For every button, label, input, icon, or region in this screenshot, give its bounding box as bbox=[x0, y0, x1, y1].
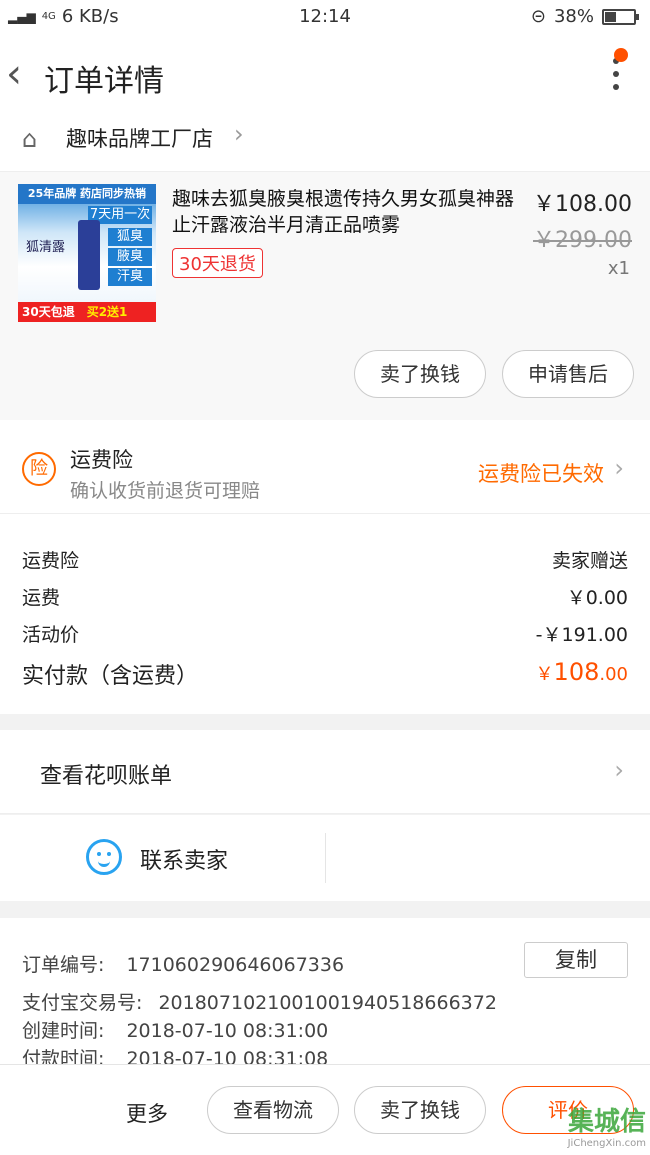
total-label: 实付款（含运费） bbox=[22, 664, 199, 689]
watermark-logo: 集城信 JiChengXin.com bbox=[528, 1101, 646, 1153]
fee-value: -￥191.00 bbox=[535, 624, 628, 646]
notification-dot bbox=[614, 48, 628, 62]
nav-bar: ‹ 订单详情 bbox=[0, 34, 650, 120]
order-number: 171060290646067336 bbox=[126, 954, 345, 976]
after-sale-button[interactable]: 申请售后 bbox=[502, 350, 634, 398]
total-integer: 108 bbox=[553, 658, 600, 686]
watermark-url: JiChengXin.com bbox=[567, 1138, 646, 1149]
copy-button[interactable]: 复制 bbox=[524, 942, 628, 978]
status-bar: ▂▄▆ 4G 6 KB/s 12:14 ⊝ 38% bbox=[0, 0, 650, 34]
product-thumbnail[interactable]: 25年品牌 药店同步热销 7天用一次 狐臭 腋臭 汗臭 狐清露 30天包退 买2送… bbox=[18, 184, 156, 322]
more-button[interactable]: 更多 bbox=[126, 1098, 168, 1128]
page-title: 订单详情 bbox=[44, 64, 164, 99]
chevron-right-icon: › bbox=[614, 756, 624, 784]
total-currency: ￥ bbox=[535, 664, 554, 685]
thumb-tag: 狐臭 bbox=[108, 228, 152, 246]
total-decimal: .00 bbox=[599, 664, 628, 685]
thumb-brand: 狐清露 bbox=[26, 240, 66, 255]
alipay-number: 2018071021001001940518666372 bbox=[158, 992, 497, 1014]
order-info: 订单编号: 171060290646067336 复制 支付宝交易号: 2018… bbox=[0, 918, 650, 1070]
store-icon: ⌂ bbox=[22, 125, 38, 153]
status-right: ⊝ 38% bbox=[530, 6, 639, 27]
fee-label: 活动价 bbox=[22, 624, 80, 646]
original-price: ￥299.00 bbox=[533, 228, 632, 253]
product-price: ￥108.00 bbox=[533, 192, 632, 217]
sell-button-bottom[interactable]: 卖了换钱 bbox=[354, 1086, 486, 1134]
divider bbox=[325, 833, 326, 883]
order-number-label: 订单编号: bbox=[22, 954, 105, 976]
battery-fill bbox=[605, 11, 616, 22]
insurance-title: 运费险 bbox=[70, 448, 133, 472]
thumb-banner: 25年品牌 药店同步热销 bbox=[18, 184, 156, 204]
created-time: 2018-07-10 08:31:00 bbox=[126, 1020, 329, 1042]
fee-row: 活动价 -￥191.00 bbox=[22, 620, 628, 647]
alipay-number-row: 支付宝交易号: 2018071021001001940518666372 bbox=[22, 988, 497, 1015]
more-menu-icon[interactable] bbox=[610, 58, 622, 98]
battery-percent: 38% bbox=[553, 6, 594, 27]
shop-row[interactable]: ⌂ 趣味品牌工厂店 › bbox=[0, 120, 650, 172]
insurance-icon: 险 bbox=[22, 452, 56, 486]
fee-summary: 运费险 卖家赠送 运费 ￥0.00 活动价 -￥191.00 实付款（含运费） … bbox=[0, 514, 650, 714]
fee-value: ￥0.00 bbox=[566, 587, 628, 609]
watermark-text: 集城信 bbox=[567, 1107, 646, 1137]
insurance-subtitle: 确认收货前退货可理赔 bbox=[70, 480, 261, 502]
chat-smile-icon bbox=[86, 839, 122, 875]
thumb-tag: 汗臭 bbox=[108, 268, 152, 286]
product-quantity: x1 bbox=[607, 258, 630, 279]
fee-label: 运费险 bbox=[22, 550, 80, 572]
back-arrow-icon[interactable]: ‹ bbox=[6, 54, 36, 98]
thumb-tag: 腋臭 bbox=[108, 248, 152, 266]
thumb-foot-text: 30天包退 bbox=[22, 305, 75, 319]
contact-seller-label: 联系卖家 bbox=[140, 849, 229, 874]
chevron-right-icon: › bbox=[614, 454, 624, 482]
bottle-image bbox=[78, 220, 100, 290]
rotation-lock-icon: ⊝ bbox=[530, 6, 546, 27]
bill-label: 查看花呗账单 bbox=[40, 764, 173, 789]
fee-row: 运费 ￥0.00 bbox=[22, 583, 628, 610]
insurance-status: 运费险已失效 bbox=[478, 462, 604, 486]
alipay-number-label: 支付宝交易号: bbox=[22, 992, 143, 1014]
fee-value: 卖家赠送 bbox=[551, 550, 628, 572]
total-row: 实付款（含运费） ￥108.00 bbox=[22, 658, 628, 690]
order-number-row: 订单编号: 171060290646067336 bbox=[22, 950, 344, 977]
order-item: 25年品牌 药店同步热销 7天用一次 狐臭 腋臭 汗臭 狐清露 30天包退 买2送… bbox=[0, 172, 650, 420]
fee-row: 运费险 卖家赠送 bbox=[22, 546, 628, 573]
created-time-label: 创建时间: bbox=[22, 1020, 105, 1042]
view-logistics-button[interactable]: 查看物流 bbox=[207, 1086, 339, 1134]
total-amount: ￥108.00 bbox=[536, 658, 628, 686]
product-title[interactable]: 趣味去狐臭腋臭根遗传持久男女孤臭神器止汗露液治半月清正品喷雾 bbox=[172, 186, 522, 238]
chevron-right-icon: › bbox=[234, 120, 244, 148]
bottom-action-bar: 更多 查看物流 卖了换钱 评价 集城信 JiChengXin.com bbox=[0, 1064, 650, 1155]
return-policy-badge: 30天退货 bbox=[172, 248, 263, 278]
sell-button[interactable]: 卖了换钱 bbox=[354, 350, 486, 398]
battery-icon bbox=[602, 8, 639, 25]
huabei-bill-row[interactable]: 查看花呗账单 › bbox=[0, 730, 650, 814]
created-time-row: 创建时间: 2018-07-10 08:31:00 bbox=[22, 1016, 328, 1043]
fee-label: 运费 bbox=[22, 587, 61, 609]
thumb-footer: 30天包退 买2送1 bbox=[18, 302, 156, 322]
contact-section: 联系卖家 bbox=[0, 815, 650, 901]
contact-seller-button[interactable]: 联系卖家 bbox=[0, 815, 325, 901]
shop-name: 趣味品牌工厂店 bbox=[66, 127, 213, 151]
shipping-insurance-row[interactable]: 险 运费险 确认收货前退货可理赔 运费险已失效 › bbox=[0, 420, 650, 514]
thumb-promo-text: 买2送1 bbox=[86, 305, 128, 319]
